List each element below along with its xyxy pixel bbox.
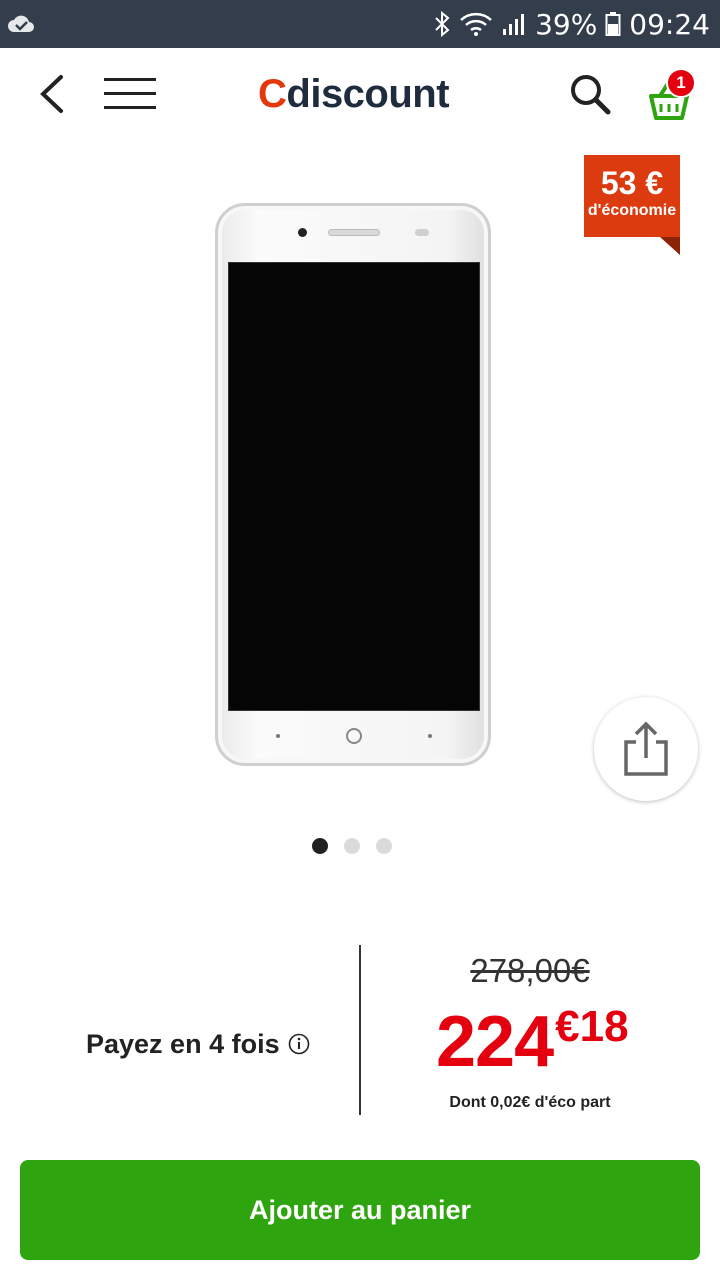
phone-button-left (276, 734, 280, 738)
info-icon[interactable] (288, 1033, 310, 1055)
status-bar: 39% 09:24 (0, 0, 720, 48)
hamburger-menu-icon (104, 78, 156, 109)
phone-screen (228, 262, 480, 711)
savings-label: d'économie (587, 202, 677, 219)
cart-count-badge: 1 (666, 68, 696, 98)
cart-button[interactable]: 1 (642, 68, 696, 124)
phone-sensor (415, 229, 429, 236)
search-icon (571, 75, 611, 115)
clock: 09:24 (629, 7, 710, 41)
share-icon (624, 721, 668, 776)
price-cents: €18 (555, 1002, 629, 1051)
back-arrow-icon (40, 75, 63, 113)
share-button[interactable] (594, 697, 698, 801)
search-button[interactable] (566, 70, 614, 118)
bluetooth-icon (433, 10, 451, 38)
price-integer: 224 (436, 1002, 554, 1082)
phone-camera (298, 228, 307, 237)
savings-badge-fold (660, 237, 680, 255)
carousel-dot[interactable] (344, 838, 360, 854)
old-price: 278,00€ (470, 952, 590, 989)
add-to-cart-label: Ajouter au panier (248, 1194, 472, 1225)
installments-label: Payez en 4 fois (86, 1028, 280, 1059)
cloud-check-icon (6, 10, 36, 38)
image-carousel-indicator (312, 838, 392, 854)
add-to-cart-button[interactable]: Ajouter au panier (20, 1160, 700, 1260)
current-price: 224 €18 (436, 1002, 629, 1082)
savings-amount: 53 € (600, 165, 664, 201)
phone-speaker (328, 229, 380, 236)
logo-text: discount (286, 71, 450, 116)
status-icons: 39% 09:24 (433, 0, 710, 48)
savings-badge: 53 € d'économie (584, 155, 680, 237)
cdiscount-logo[interactable]: Cdiscount (258, 71, 450, 116)
back-button[interactable] (30, 70, 74, 118)
phone-button-right (428, 734, 432, 738)
phone-home-button (346, 728, 362, 744)
logo-c: C (258, 71, 287, 116)
app-bar: Cdiscount 1 (0, 48, 720, 140)
product-image[interactable] (215, 203, 491, 766)
installments-link[interactable]: Payez en 4 fois (86, 1024, 310, 1064)
signal-icon (501, 11, 527, 37)
price-divider (359, 945, 361, 1115)
menu-button[interactable] (100, 70, 160, 118)
carousel-dot[interactable] (376, 838, 392, 854)
battery-icon (605, 11, 621, 37)
wifi-icon (459, 11, 493, 37)
carousel-dot[interactable] (312, 838, 328, 854)
battery-percent: 39% (535, 7, 598, 41)
eco-part-note: Dont 0,02€ d'éco part (449, 1094, 611, 1111)
